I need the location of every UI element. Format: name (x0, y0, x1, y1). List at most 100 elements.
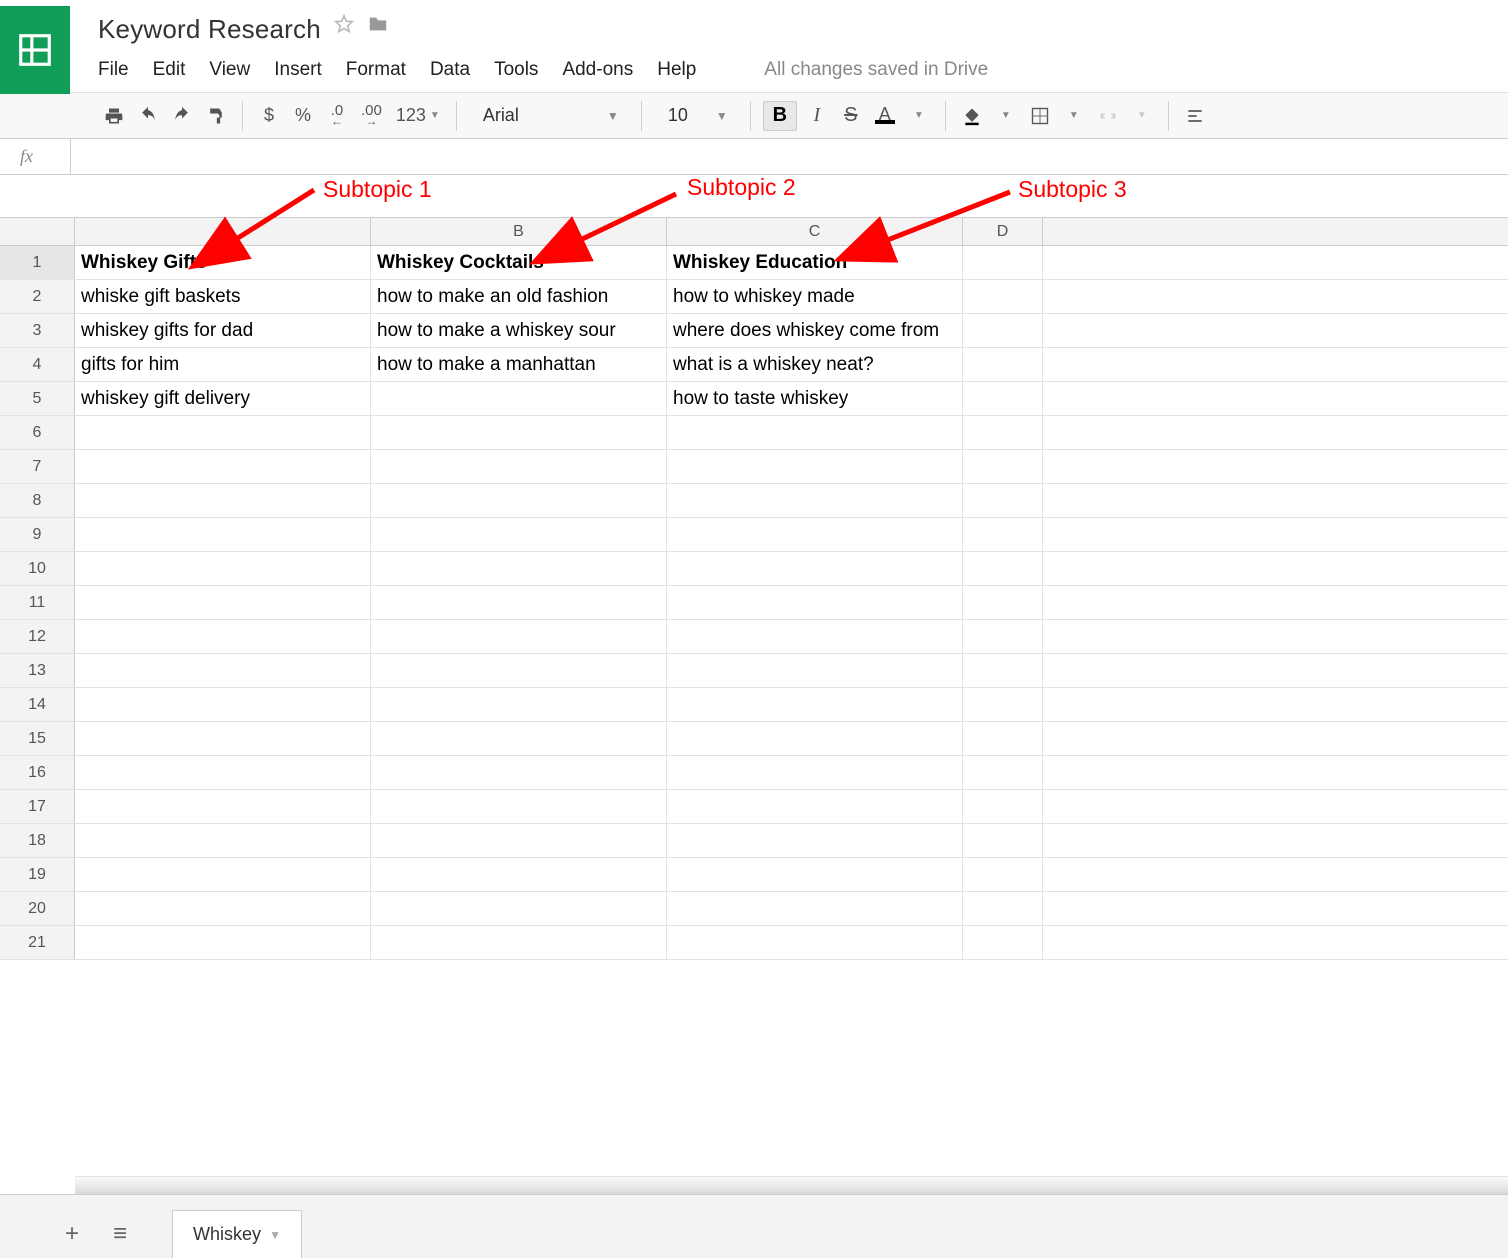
cell-A7[interactable] (75, 450, 371, 483)
cell-B13[interactable] (371, 654, 667, 687)
horiz-align-button[interactable] (1181, 101, 1209, 131)
row-header-21[interactable]: 21 (0, 926, 75, 959)
cell-A18[interactable] (75, 824, 371, 857)
row-header-1[interactable]: 1 (0, 246, 75, 279)
document-title[interactable]: Keyword Research (98, 6, 321, 45)
cell-D16[interactable] (963, 756, 1043, 789)
paint-format-button[interactable] (202, 101, 230, 131)
formula-input[interactable] (71, 139, 1508, 174)
more-formats-button[interactable]: 123▼ (392, 101, 444, 131)
cell-C2[interactable]: how to whiskey made (667, 280, 963, 313)
horizontal-scrollbar[interactable] (75, 1176, 1508, 1194)
cell-A16[interactable] (75, 756, 371, 789)
cell-A2[interactable]: whiske gift baskets (75, 280, 371, 313)
borders-button[interactable] (1026, 101, 1054, 131)
merge-cells-button[interactable] (1094, 101, 1122, 131)
cell-D2[interactable] (963, 280, 1043, 313)
cell-D8[interactable] (963, 484, 1043, 517)
font-family-select[interactable]: Arial ▼ (469, 101, 629, 131)
italic-button[interactable]: I (803, 101, 831, 131)
cell-B10[interactable] (371, 552, 667, 585)
cell-C13[interactable] (667, 654, 963, 687)
cell-A9[interactable] (75, 518, 371, 551)
cell-A8[interactable] (75, 484, 371, 517)
cell-D14[interactable] (963, 688, 1043, 721)
cell-A13[interactable] (75, 654, 371, 687)
cell-D12[interactable] (963, 620, 1043, 653)
row-header-19[interactable]: 19 (0, 858, 75, 891)
row-header-9[interactable]: 9 (0, 518, 75, 551)
cell-C18[interactable] (667, 824, 963, 857)
cell-C11[interactable] (667, 586, 963, 619)
menu-tools[interactable]: Tools (494, 59, 538, 81)
cell-D9[interactable] (963, 518, 1043, 551)
cell-B16[interactable] (371, 756, 667, 789)
format-currency-button[interactable]: $ (255, 101, 283, 131)
cell-B1[interactable]: Whiskey Cocktails (371, 246, 667, 279)
cell-B17[interactable] (371, 790, 667, 823)
cell-C19[interactable] (667, 858, 963, 891)
row-header-20[interactable]: 20 (0, 892, 75, 925)
cell-A5[interactable]: whiskey gift delivery (75, 382, 371, 415)
cell-B19[interactable] (371, 858, 667, 891)
spreadsheet-grid[interactable]: A B C D 1Whiskey GiftsWhiskey CocktailsW… (0, 217, 1508, 960)
cell-B15[interactable] (371, 722, 667, 755)
row-header-11[interactable]: 11 (0, 586, 75, 619)
cell-A14[interactable] (75, 688, 371, 721)
sheet-tab-whiskey[interactable]: Whiskey ▼ (172, 1210, 302, 1258)
row-header-3[interactable]: 3 (0, 314, 75, 347)
cell-B9[interactable] (371, 518, 667, 551)
cell-D20[interactable] (963, 892, 1043, 925)
column-header-B[interactable]: B (371, 218, 667, 245)
row-header-5[interactable]: 5 (0, 382, 75, 415)
cell-B12[interactable] (371, 620, 667, 653)
menu-file[interactable]: File (98, 59, 129, 81)
row-header-7[interactable]: 7 (0, 450, 75, 483)
column-header-D[interactable]: D (963, 218, 1043, 245)
cell-B7[interactable] (371, 450, 667, 483)
cell-B3[interactable]: how to make a whiskey sour (371, 314, 667, 347)
row-header-8[interactable]: 8 (0, 484, 75, 517)
merge-caret[interactable]: ▼ (1128, 101, 1156, 131)
cell-C12[interactable] (667, 620, 963, 653)
cell-D5[interactable] (963, 382, 1043, 415)
cell-D18[interactable] (963, 824, 1043, 857)
cell-D15[interactable] (963, 722, 1043, 755)
cell-C20[interactable] (667, 892, 963, 925)
sheets-logo[interactable] (0, 6, 70, 94)
row-header-6[interactable]: 6 (0, 416, 75, 449)
cell-C16[interactable] (667, 756, 963, 789)
menu-insert[interactable]: Insert (274, 59, 322, 81)
menu-addons[interactable]: Add-ons (562, 59, 633, 81)
row-header-14[interactable]: 14 (0, 688, 75, 721)
cell-A3[interactable]: whiskey gifts for dad (75, 314, 371, 347)
cell-C17[interactable] (667, 790, 963, 823)
cell-C10[interactable] (667, 552, 963, 585)
menu-format[interactable]: Format (346, 59, 406, 81)
cell-D7[interactable] (963, 450, 1043, 483)
text-color-button[interactable]: A (871, 101, 899, 131)
all-sheets-button[interactable]: ≡ (96, 1210, 144, 1258)
cell-C1[interactable]: Whiskey Education (667, 246, 963, 279)
cell-D4[interactable] (963, 348, 1043, 381)
cell-C8[interactable] (667, 484, 963, 517)
cell-C6[interactable] (667, 416, 963, 449)
cell-A12[interactable] (75, 620, 371, 653)
row-header-15[interactable]: 15 (0, 722, 75, 755)
cell-A1[interactable]: Whiskey Gifts (75, 246, 371, 279)
menu-view[interactable]: View (209, 59, 250, 81)
undo-button[interactable] (134, 101, 162, 131)
increase-decimal-button[interactable]: .00 → (357, 101, 386, 131)
cell-D11[interactable] (963, 586, 1043, 619)
select-all-corner[interactable] (0, 218, 75, 245)
borders-caret[interactable]: ▼ (1060, 101, 1088, 131)
cell-B8[interactable] (371, 484, 667, 517)
cell-A10[interactable] (75, 552, 371, 585)
cell-A17[interactable] (75, 790, 371, 823)
cell-C9[interactable] (667, 518, 963, 551)
cell-D10[interactable] (963, 552, 1043, 585)
cell-D1[interactable] (963, 246, 1043, 279)
row-header-2[interactable]: 2 (0, 280, 75, 313)
cell-C3[interactable]: where does whiskey come from (667, 314, 963, 347)
cell-A15[interactable] (75, 722, 371, 755)
